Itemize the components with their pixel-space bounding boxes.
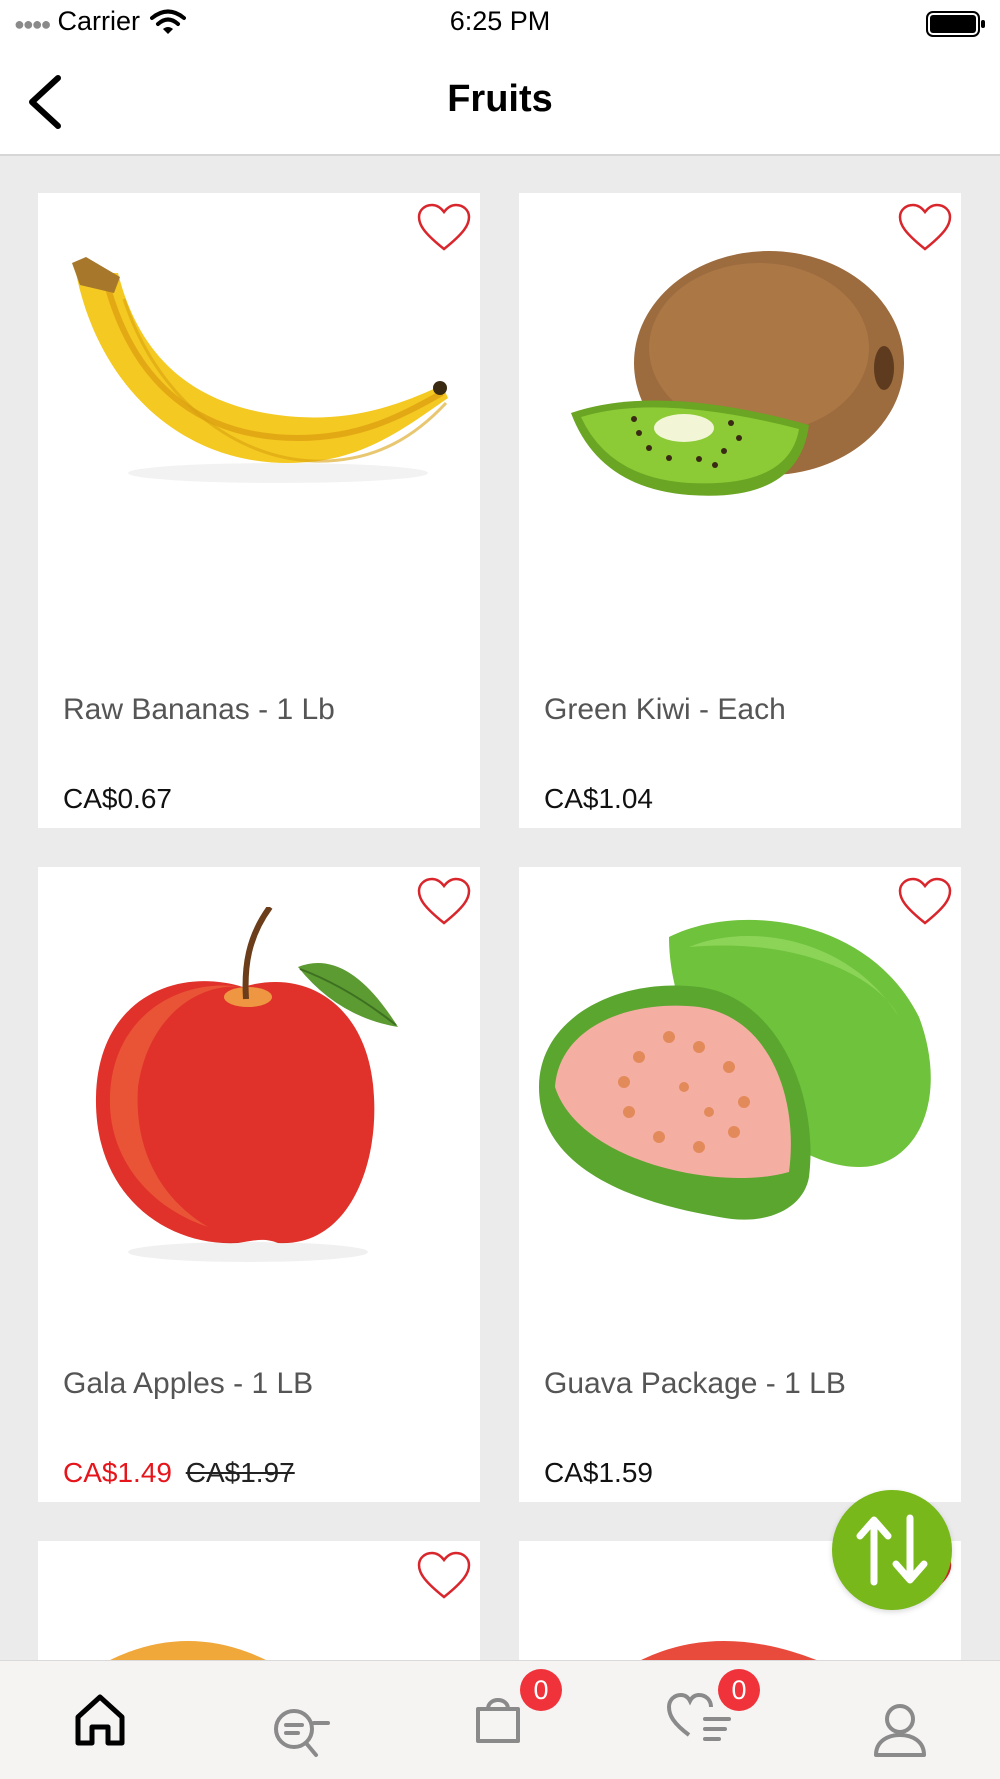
product-card[interactable]: Guava Package - 1 LB CA$1.59: [519, 867, 961, 1502]
product-price: CA$1.59: [544, 1457, 653, 1488]
sort-arrows-icon: [856, 1514, 928, 1586]
product-name: Green Kiwi - Each: [544, 693, 786, 726]
home-icon: [75, 1694, 125, 1746]
page-title: Fruits: [447, 78, 553, 120]
apple-image: [95, 907, 398, 1262]
banana-image: [72, 257, 448, 483]
tab-search[interactable]: [200, 1661, 400, 1779]
product-price: CA$1.04: [544, 783, 653, 814]
tab-bar: 0 0: [0, 1660, 1000, 1779]
original-price: CA$1.97: [185, 1457, 295, 1488]
tab-cart[interactable]: 0: [400, 1661, 600, 1779]
papaya-image: [110, 1641, 266, 1660]
kiwi-image: [571, 251, 904, 496]
navigation-bar: Fruits: [0, 48, 1000, 156]
product-card[interactable]: Green Kiwi - Each CA$1.04: [519, 193, 961, 828]
tab-wishlist[interactable]: 0: [600, 1661, 800, 1779]
wishlist-badge: 0: [718, 1669, 760, 1711]
product-card[interactable]: [38, 1541, 480, 1660]
sort-button[interactable]: [832, 1490, 952, 1610]
cart-badge: 0: [520, 1669, 562, 1711]
product-card[interactable]: Gala Apples - 1 LB CA$1.49 CA$1.97: [38, 867, 480, 1502]
product-name: Gala Apples - 1 LB: [63, 1367, 314, 1400]
clock: 6:25 PM: [449, 6, 551, 36]
product-price: CA$0.67: [63, 783, 172, 814]
product-price: CA$1.49 CA$1.97: [63, 1457, 295, 1489]
product-name: Guava Package - 1 LB: [544, 1367, 846, 1400]
guava-image: [539, 919, 931, 1220]
product-card[interactable]: Raw Bananas - 1 Lb CA$0.67: [38, 193, 480, 828]
apple-image: [641, 1641, 817, 1660]
sale-price: CA$1.49: [63, 1457, 172, 1488]
shopping-bag-icon: [476, 1698, 520, 1743]
product-name: Raw Bananas - 1 Lb: [63, 693, 335, 726]
search-list-icon: [274, 1709, 330, 1757]
tab-home[interactable]: [0, 1661, 200, 1779]
status-bar: ●●●● Carrier 6:25 PM: [0, 0, 1000, 48]
heart-outline-icon[interactable]: [416, 1551, 472, 1601]
battery-icon: [926, 11, 985, 37]
tab-profile[interactable]: [800, 1661, 1000, 1779]
user-icon: [874, 1704, 926, 1757]
